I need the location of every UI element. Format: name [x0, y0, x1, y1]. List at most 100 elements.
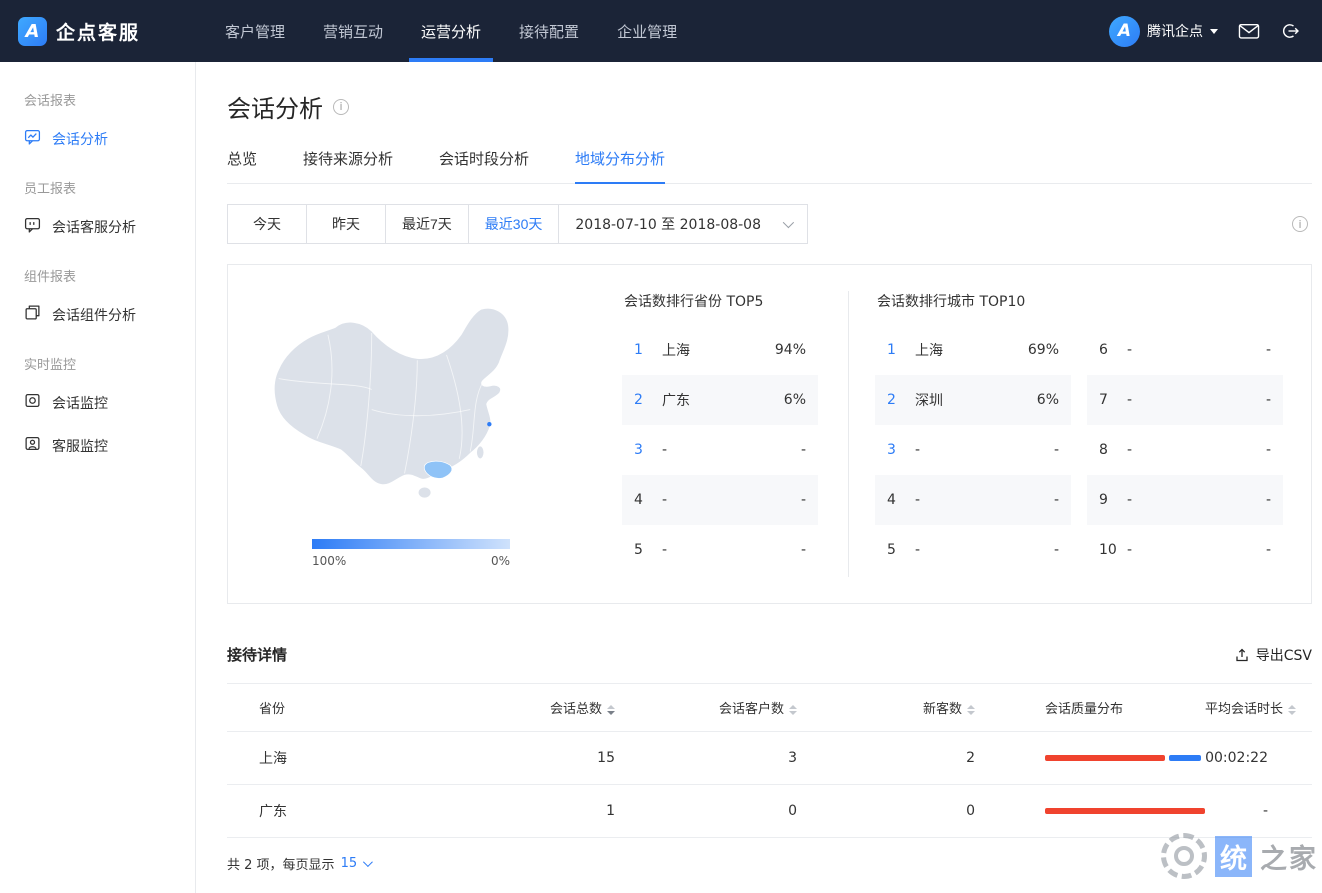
top-nav: 客户管理 营销互动 运营分析 接待配置 企业管理	[206, 0, 696, 62]
per-page-value: 15	[341, 856, 358, 871]
date-range-buttons: 今天 昨天 最近7天 最近30天 2018-07-10 至 2018-08-08	[227, 204, 808, 244]
cell-avg-duration: -	[1205, 785, 1312, 838]
map-shanghai-dot	[487, 422, 491, 426]
col-header-new-customers[interactable]: 新客数	[797, 684, 975, 732]
sidebar-item-agent-session-analysis[interactable]: 会话客服分析	[0, 205, 195, 248]
main-content: 会话分析 i 总览 接待来源分析 会话时段分析 地域分布分析 今天 昨天 最近7…	[196, 62, 1322, 893]
china-map-svg[interactable]	[254, 291, 566, 519]
filter-today-button[interactable]: 今天	[227, 204, 307, 244]
nav-item-enterprise-management[interactable]: 企业管理	[605, 0, 689, 62]
rank-name: -	[662, 542, 801, 558]
sidebar-item-label: 会话组件分析	[52, 305, 136, 325]
chevron-down-icon	[1210, 29, 1218, 34]
rank-row: 2 广东 6%	[622, 375, 818, 425]
rank-name: 深圳	[915, 390, 1037, 410]
rank-value: 6%	[784, 392, 806, 408]
pagination-per-page-label: ，每页显示	[270, 854, 335, 873]
chevron-down-icon	[783, 217, 794, 228]
logout-icon[interactable]	[1280, 21, 1300, 41]
tab-label: 会话时段分析	[439, 150, 529, 168]
filter-last7days-button[interactable]: 最近7天	[385, 204, 469, 244]
info-icon[interactable]: i	[1292, 216, 1308, 232]
mail-icon[interactable]	[1238, 22, 1260, 40]
china-map: 100% 0%	[254, 291, 606, 577]
tab-overview[interactable]: 总览	[227, 148, 257, 183]
chevron-down-icon	[363, 857, 373, 867]
agent-monitor-icon	[24, 435, 41, 456]
tab-session-time[interactable]: 会话时段分析	[439, 148, 529, 183]
rank-name: -	[662, 442, 801, 458]
nav-item-reception-config[interactable]: 接待配置	[507, 0, 591, 62]
date-range-picker[interactable]: 2018-07-10 至 2018-08-08	[558, 204, 808, 244]
sidebar-item-component-session-analysis[interactable]: 会话组件分析	[0, 293, 195, 336]
rank-value: -	[1266, 392, 1271, 408]
cell-session-customers: 3	[615, 732, 797, 785]
sidebar-item-agent-monitoring[interactable]: 客服监控	[0, 424, 195, 467]
pagination-total: 共 2 项	[227, 854, 270, 873]
sidebar-item-session-monitoring[interactable]: 会话监控	[0, 381, 195, 424]
export-csv-button[interactable]: 导出CSV	[1234, 645, 1312, 665]
tab-region-distribution[interactable]: 地域分布分析	[575, 148, 665, 183]
per-page-select[interactable]: 15	[341, 856, 371, 871]
sort-icon[interactable]	[967, 705, 975, 715]
pagination: 共 2 项 ，每页显示 15	[227, 854, 1312, 873]
rank-name: -	[915, 542, 1054, 558]
app-logo[interactable]: A 企点客服	[18, 17, 186, 46]
sidebar-section-component-reports: 组件报表	[0, 248, 195, 293]
app-logo-icon: A	[18, 17, 47, 46]
cell-avg-duration: 00:02:22	[1205, 732, 1312, 785]
rank-name: -	[1127, 542, 1266, 558]
account-menu[interactable]: A 腾讯企点	[1109, 16, 1218, 47]
rank-name: -	[1127, 442, 1266, 458]
sort-icon[interactable]	[1288, 705, 1296, 715]
sort-icon[interactable]	[789, 705, 797, 715]
nav-item-operations-analysis[interactable]: 运营分析	[409, 0, 493, 62]
rank-row: 10 - -	[1087, 525, 1283, 575]
cell-session-total: 15	[455, 732, 615, 785]
rank-row: 1 上海 94%	[622, 325, 818, 375]
rank-number: 3	[887, 442, 915, 458]
rank-number: 5	[887, 542, 915, 558]
tab-reception-source[interactable]: 接待来源分析	[303, 148, 393, 183]
session-monitor-icon	[24, 392, 41, 413]
rank-name: -	[1127, 492, 1266, 508]
info-icon[interactable]: i	[333, 99, 349, 115]
account-name: 腾讯企点	[1147, 21, 1203, 41]
nav-item-customer-management[interactable]: 客户管理	[213, 0, 297, 62]
rank-number: 7	[1099, 392, 1127, 408]
panel-divider	[848, 291, 849, 577]
cell-new-customers: 0	[797, 785, 975, 838]
page-title: 会话分析	[227, 89, 323, 124]
app-logo-text: 企点客服	[56, 18, 140, 45]
filter-yesterday-button[interactable]: 昨天	[306, 204, 386, 244]
cell-province: 广东	[227, 785, 455, 838]
rank-row: 6 - -	[1087, 325, 1283, 375]
rank-name: -	[662, 492, 801, 508]
sidebar-section-staff-reports: 员工报表	[0, 160, 195, 205]
rank-value: -	[1266, 542, 1271, 558]
rank-value: -	[801, 492, 806, 508]
export-icon	[1234, 647, 1250, 663]
nav-item-marketing[interactable]: 营销互动	[311, 0, 395, 62]
sort-icon[interactable]	[607, 705, 615, 715]
col-header-avg-duration[interactable]: 平均会话时长	[1205, 684, 1312, 732]
sidebar-item-label: 会话监控	[52, 393, 108, 413]
rank-value: -	[1266, 442, 1271, 458]
rank-value: -	[1054, 492, 1059, 508]
rank-number: 5	[634, 542, 662, 558]
agent-chat-icon	[24, 216, 41, 237]
rank-value: 6%	[1037, 392, 1059, 408]
sidebar-section-session-reports: 会话报表	[0, 72, 195, 117]
region-panel: 100% 0% 会话数排行省份 TOP5 1 上海 94% 2 广东	[227, 264, 1312, 604]
sidebar-item-session-analysis[interactable]: 会话分析	[0, 117, 195, 160]
province-ranking-title: 会话数排行省份 TOP5	[622, 291, 818, 311]
tab-label: 接待来源分析	[303, 150, 393, 168]
rank-row: 7 - -	[1087, 375, 1283, 425]
col-header-session-total[interactable]: 会话总数	[455, 684, 615, 732]
rank-row: 5 - -	[622, 525, 818, 575]
filter-last30days-button[interactable]: 最近30天	[468, 204, 560, 244]
chat-analysis-icon	[24, 128, 41, 149]
city-ranking: 会话数排行城市 TOP10 1 上海 69% 2 深圳 6%	[875, 291, 1293, 577]
rank-row: 3 - -	[622, 425, 818, 475]
col-header-session-customers[interactable]: 会话客户数	[615, 684, 797, 732]
